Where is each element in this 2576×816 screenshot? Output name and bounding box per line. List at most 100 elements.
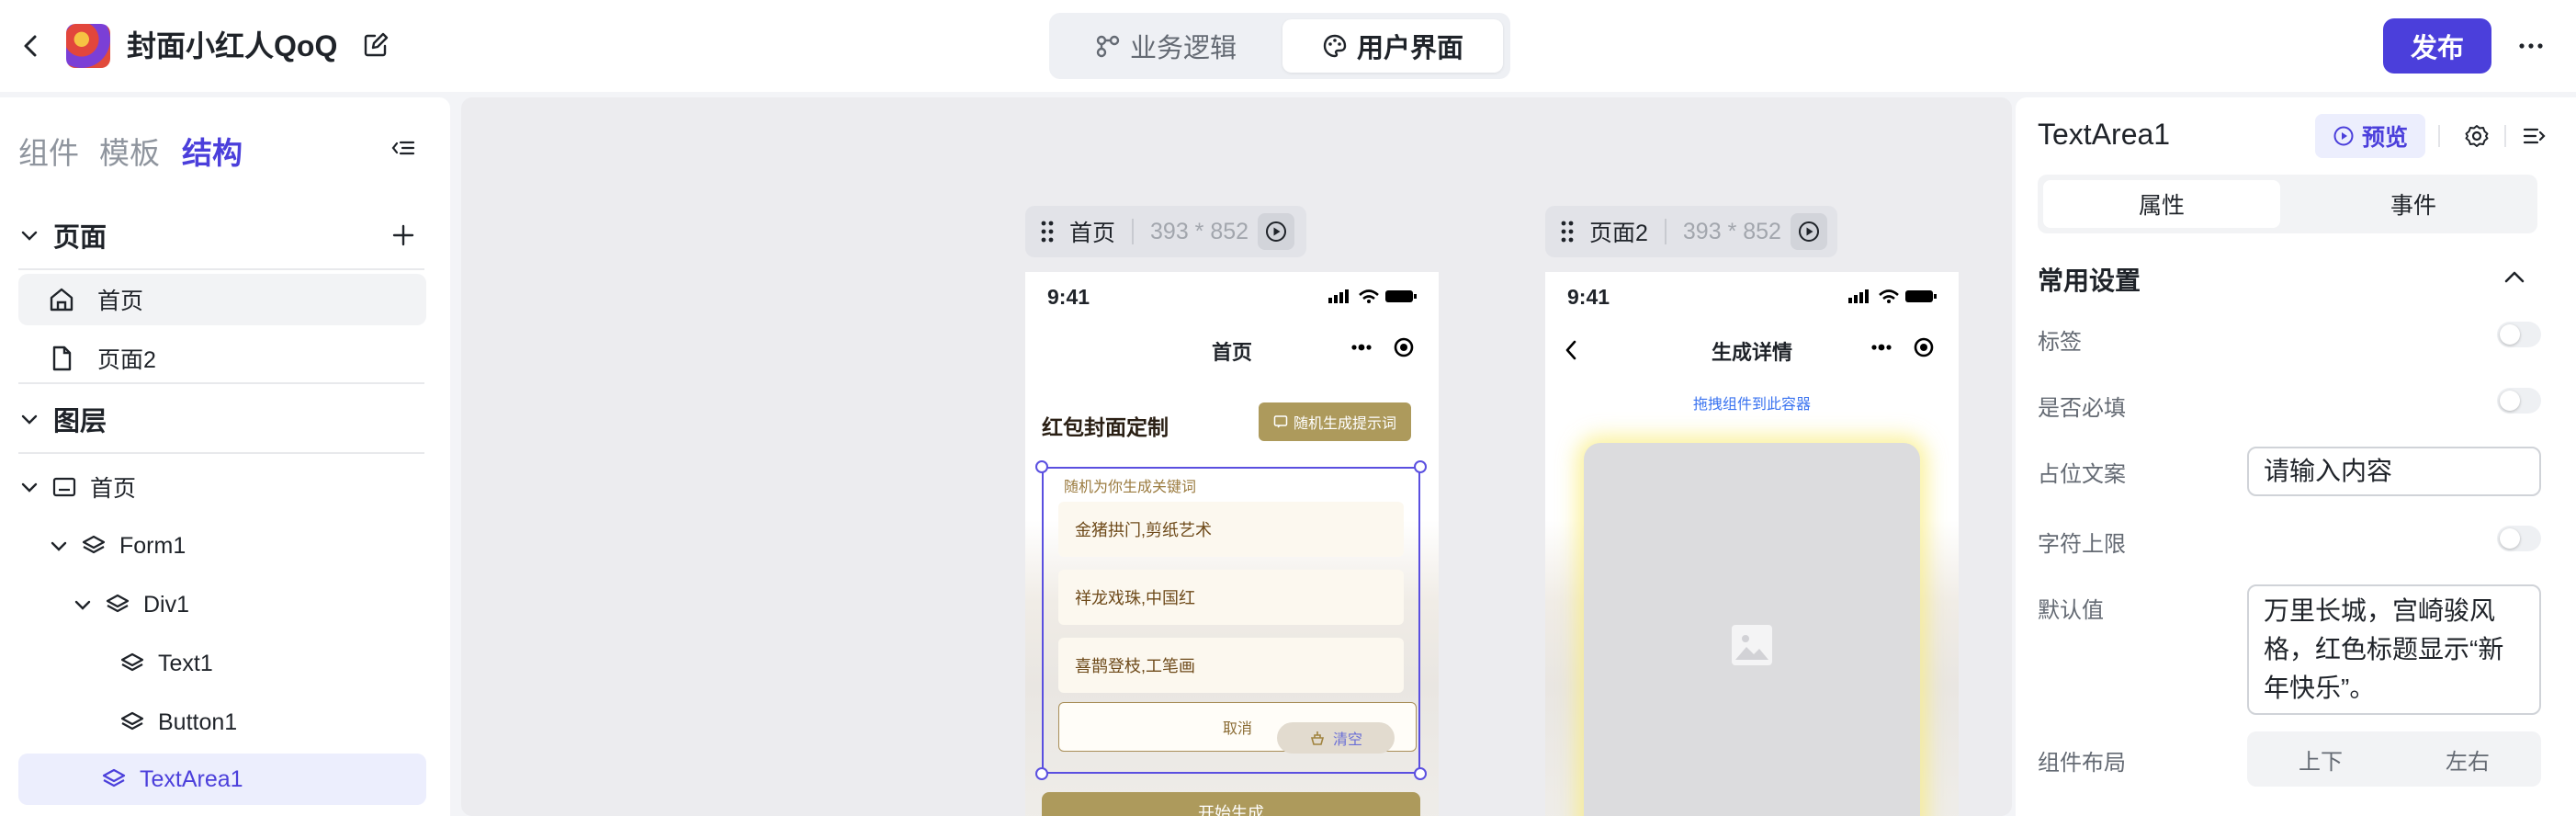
required-toggle[interactable] — [2497, 388, 2541, 414]
page-tag-dims: 393 * 852 — [1150, 218, 1249, 244]
layer-item-div1[interactable]: Div1 — [18, 579, 426, 630]
keyword-item[interactable]: 喜鹊登枝,工笔画 — [1058, 638, 1404, 693]
collapse-right-panel-icon[interactable] — [2521, 123, 2547, 149]
tab-properties[interactable]: 属性 — [2043, 180, 2280, 228]
placeholder-input[interactable]: 请输入内容 — [2247, 447, 2541, 496]
component-name: TextArea1 — [2038, 118, 2171, 151]
keyword-item[interactable]: 祥龙戏珠,中国红 — [1058, 570, 1404, 625]
capsule-menu-icon[interactable] — [1339, 333, 1422, 362]
keyword-item[interactable]: 金猪拱门,剪纸艺术 — [1058, 502, 1404, 557]
capsule-menu-icon[interactable] — [1859, 333, 1942, 362]
divider — [1664, 219, 1666, 244]
chevron-down-icon — [21, 414, 38, 425]
edit-icon[interactable] — [362, 31, 390, 59]
home-icon — [50, 288, 73, 312]
chevron-down-icon — [51, 541, 67, 551]
phone-frame-page2: 9:41 生成详情 拖拽组件到此容器 — [1545, 272, 1959, 816]
phone-frame-home: 9:41 首页 红包封面定制 随机生成提示词 随机为你生成关键词 金猪拱门,剪纸… — [1025, 272, 1439, 816]
page-tag-name: 首页 — [1069, 221, 1116, 246]
layer-item-form1[interactable]: Form1 — [18, 520, 426, 572]
page-item-label: 首页 — [97, 289, 144, 314]
layer-item-text1[interactable]: Text1 — [18, 638, 426, 689]
label-placeholder: 占位文案 — [2038, 462, 2126, 487]
tab-events[interactable]: 事件 — [2295, 180, 2532, 228]
tab-user-interface[interactable]: 用户界面 — [1282, 19, 1503, 73]
page-item-page2[interactable]: 页面2 — [18, 333, 426, 384]
layers-icon — [120, 711, 144, 731]
add-page-icon[interactable] — [390, 221, 417, 249]
settings-icon[interactable] — [2464, 123, 2490, 149]
heading-text: 红包封面定制 — [1042, 415, 1169, 439]
layers-icon — [106, 594, 130, 613]
layer-item-home[interactable]: 首页 — [18, 461, 426, 513]
layer-item-button1[interactable]: Button1 — [18, 697, 426, 748]
properties-panel: TextArea1 预览 属性 事件 常用设置 标签 是否必填 占位文案 请输入… — [2016, 97, 2576, 816]
chevron-down-icon — [21, 231, 38, 241]
common-settings-title: 常用设置 — [2038, 266, 2141, 295]
resize-handle[interactable] — [1414, 767, 1427, 780]
layer-item-label: Form1 — [119, 532, 186, 559]
props-events-switch: 属性 事件 — [2038, 175, 2537, 233]
image-placeholder[interactable] — [1584, 443, 1920, 816]
layer-item-textarea1[interactable]: TextArea1 — [18, 754, 426, 805]
status-icons — [1328, 289, 1417, 303]
clear-icon — [1310, 731, 1325, 745]
tab-templates[interactable]: 模板 — [99, 129, 160, 173]
page-tag-page2[interactable]: 页面2 393 * 852 — [1545, 206, 1837, 257]
publish-button[interactable]: 发布 — [2383, 18, 2491, 74]
preview-button[interactable]: 预览 — [2315, 114, 2425, 158]
label-default-value: 默认值 — [2038, 598, 2104, 623]
play-icon — [1266, 221, 1287, 242]
app-logo — [66, 24, 110, 68]
divider — [1132, 219, 1135, 244]
layout-option-horizontal[interactable]: 左右 — [2394, 731, 2541, 787]
chevron-up-icon[interactable] — [2501, 266, 2528, 289]
drag-handle-icon[interactable] — [1558, 218, 1576, 245]
chevron-down-icon — [21, 482, 38, 493]
layout-option-vertical[interactable]: 上下 — [2247, 731, 2394, 787]
start-generate-button[interactable]: 开始生成 — [1042, 792, 1420, 816]
resize-handle[interactable] — [1035, 767, 1048, 780]
resize-handle[interactable] — [1414, 460, 1427, 473]
divider — [18, 452, 424, 454]
page-tag-home[interactable]: 首页 393 * 852 — [1025, 206, 1306, 257]
label-max-length: 字符上限 — [2038, 532, 2126, 557]
collapse-panel-icon[interactable] — [390, 134, 417, 162]
play-icon — [1798, 221, 1819, 242]
random-prompt-button[interactable]: 随机生成提示词 — [1259, 402, 1411, 441]
label-required: 是否必填 — [2038, 396, 2126, 421]
divider — [2438, 125, 2440, 147]
pages-section-header[interactable]: 页面 — [18, 215, 424, 255]
play-button[interactable] — [1790, 213, 1827, 250]
max-length-toggle[interactable] — [2497, 526, 2541, 551]
layer-item-label: Div1 — [143, 591, 190, 618]
drop-zone-hint: 拖拽组件到此容器 — [1692, 397, 1811, 413]
layers-icon — [120, 652, 144, 672]
clear-button[interactable]: 清空 — [1277, 722, 1395, 754]
flow-icon — [1096, 35, 1120, 58]
image-icon — [1732, 625, 1772, 665]
tab-business-logic[interactable]: 业务逻辑 — [1056, 19, 1275, 73]
default-value-textarea[interactable]: 万里长城，宫崎骏风格，红色标题显示“新年快乐”。 — [2247, 584, 2541, 715]
drag-handle-icon[interactable] — [1038, 218, 1056, 245]
page-tag-dims: 393 * 852 — [1682, 218, 1781, 244]
structure-panel: 组件 模板 结构 页面 首页 页面2 图层 首页 Form1 Div1 Text… — [0, 97, 450, 816]
more-icon[interactable] — [2515, 33, 2547, 59]
page-item-home[interactable]: 首页 — [18, 274, 426, 325]
resize-handle[interactable] — [1035, 460, 1048, 473]
design-canvas[interactable]: 首页 393 * 852 页面2 393 * 852 9:41 首页 红包封面定… — [461, 97, 2012, 816]
status-icons — [1848, 289, 1937, 303]
layout-switch: 上下 左右 — [2247, 731, 2541, 787]
label-toggle[interactable] — [2497, 322, 2541, 347]
mode-switch: 业务逻辑 用户界面 — [1049, 13, 1510, 79]
tab-structure[interactable]: 结构 — [182, 129, 243, 173]
tab-user-interface-label: 用户界面 — [1356, 34, 1463, 63]
back-arrow-icon[interactable] — [17, 29, 46, 62]
divider — [2504, 125, 2506, 147]
layers-icon — [102, 768, 126, 788]
tab-components[interactable]: 组件 — [18, 129, 79, 173]
play-button[interactable] — [1258, 213, 1295, 250]
page-item-label: 页面2 — [97, 347, 156, 373]
layers-section-header[interactable]: 图层 — [18, 399, 424, 439]
label-tag: 标签 — [2038, 330, 2082, 355]
